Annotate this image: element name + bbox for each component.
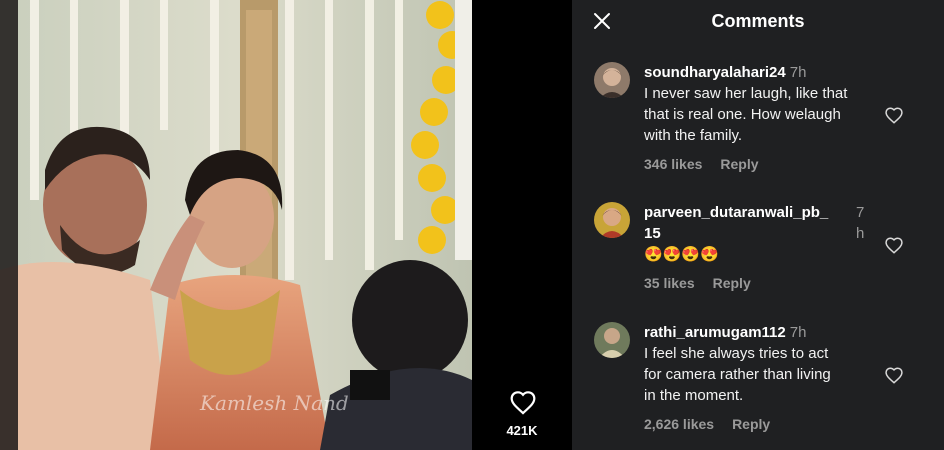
like-button[interactable] (508, 388, 538, 416)
comment-like-icon[interactable] (884, 366, 904, 384)
comments-panel: Comments soundharyalahari24 7h I never sa… (572, 0, 944, 450)
avatar[interactable] (594, 202, 630, 238)
reply-button[interactable]: Reply (720, 156, 758, 172)
comment-time: 7h (789, 324, 807, 341)
comment-time: 7h (789, 64, 807, 81)
video-still: Kamlesh Nand (0, 0, 472, 450)
comment-username[interactable]: rathi_arumugam112 (644, 324, 786, 341)
comment-time: 7h (856, 204, 865, 242)
panel-title: Comments (711, 11, 805, 31)
comment-username[interactable]: soundharyalahari24 (644, 64, 786, 81)
video-frame[interactable]: Kamlesh Nand (0, 0, 472, 450)
svg-text:Kamlesh Nand: Kamlesh Nand (199, 391, 349, 415)
reply-button[interactable]: Reply (732, 416, 770, 432)
avatar[interactable] (594, 62, 630, 98)
comment-text: I never saw her laugh, like that that is… (644, 85, 848, 144)
avatar[interactable] (594, 322, 630, 358)
comment-likes: 346 likes (644, 156, 703, 172)
comment-text: I feel she always tries to act for camer… (644, 345, 831, 404)
like-count: 421K (506, 423, 538, 438)
reply-button[interactable]: Reply (713, 275, 751, 291)
heart-icon (510, 391, 536, 415)
comment-username[interactable]: parveen_dutaranwali_pb_ 15 (644, 202, 870, 244)
action-rail: 421K (472, 0, 572, 450)
comment-likes: 35 likes (644, 275, 695, 291)
comment-likes: 2,626 likes (644, 416, 715, 432)
comment-text: 😍😍😍😍 (644, 246, 719, 263)
comment-like-icon[interactable] (884, 236, 904, 254)
comment-like-icon[interactable] (884, 106, 904, 124)
comments-header: Comments (572, 0, 944, 44)
